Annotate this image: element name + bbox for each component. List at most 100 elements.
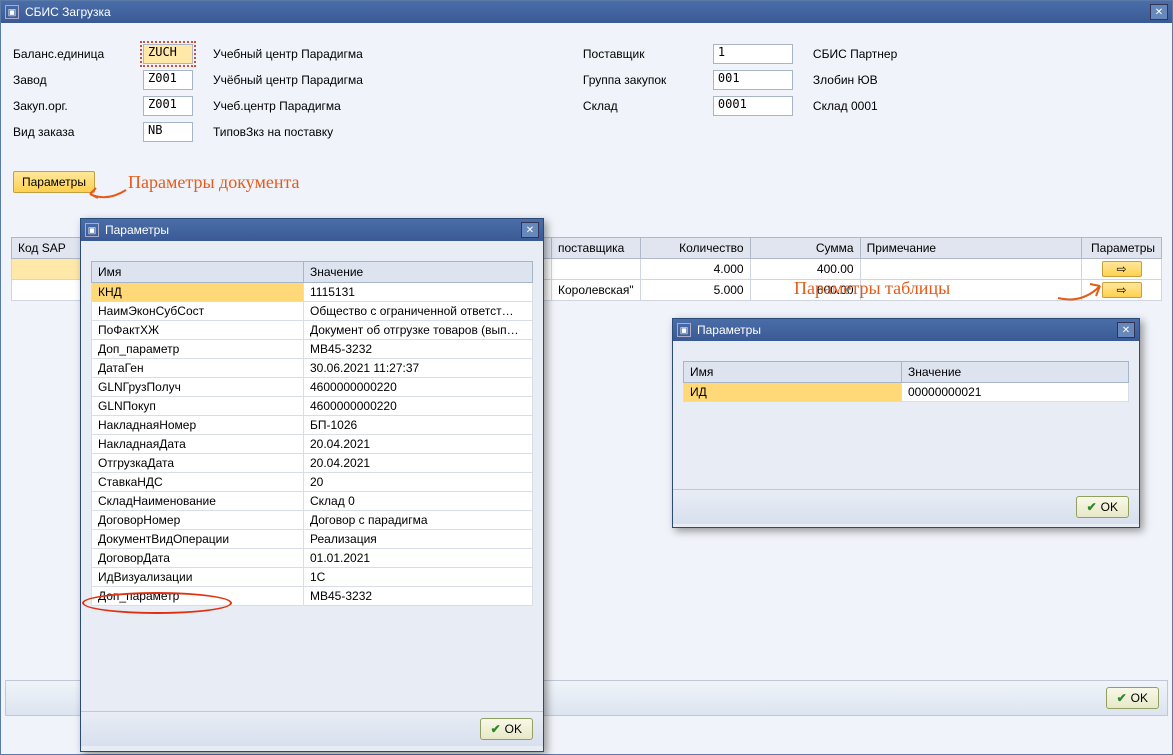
form-label: Баланс.единица — [13, 47, 143, 61]
dialog1-ok-button[interactable]: ✔OK — [480, 718, 533, 740]
param-row[interactable]: НакладнаяДата20.04.2021 — [92, 435, 533, 454]
param-value[interactable]: МВ45-3232 — [304, 340, 533, 359]
dialog2-ok-button[interactable]: ✔OK — [1076, 496, 1129, 518]
param-name[interactable]: СтавкаНДС — [92, 473, 304, 492]
param-row[interactable]: Доп_параметрМВ45-3232 — [92, 587, 533, 606]
cell-supplier[interactable]: Королевская" — [552, 280, 641, 301]
param-row[interactable]: СтавкаНДС20 — [92, 473, 533, 492]
main-title: СБИС Загрузка — [25, 5, 1150, 19]
dialog2-col-name[interactable]: Имя — [684, 362, 902, 383]
param-row[interactable]: GLNГрузПолуч4600000000220 — [92, 378, 533, 397]
param-value[interactable]: МВ45-3232 — [304, 587, 533, 606]
col-supplier[interactable]: поставщика — [552, 238, 641, 259]
param-value[interactable]: 1С — [304, 568, 533, 587]
param-value[interactable]: Склад 0 — [304, 492, 533, 511]
cell-note[interactable] — [860, 280, 1081, 301]
dialog2-titlebar[interactable]: ▣ Параметры ✕ — [673, 319, 1139, 341]
main-titlebar[interactable]: ▣ СБИС Загрузка ✕ — [1, 1, 1172, 23]
close-icon[interactable]: ✕ — [521, 222, 539, 238]
param-row[interactable]: ДокументВидОперацииРеализация — [92, 530, 533, 549]
cell-qty[interactable]: 5.000 — [640, 280, 750, 301]
param-value[interactable]: Общество с ограниченной ответст… — [304, 302, 533, 321]
param-value[interactable]: 4600000000220 — [304, 397, 533, 416]
col-note[interactable]: Примечание — [860, 238, 1081, 259]
col-qty[interactable]: Количество — [640, 238, 750, 259]
param-name[interactable]: ДокументВидОперации — [92, 530, 304, 549]
param-row[interactable]: НаимЭконСубСостОбщество с ограниченной о… — [92, 302, 533, 321]
form-input[interactable]: Z001 — [143, 70, 193, 90]
param-row[interactable]: GLNПокуп4600000000220 — [92, 397, 533, 416]
param-row[interactable]: ДатаГен30.06.2021 11:27:37 — [92, 359, 533, 378]
param-row[interactable]: ОтгрузкаДата20.04.2021 — [92, 454, 533, 473]
param-value[interactable]: Реализация — [304, 530, 533, 549]
param-name[interactable]: Доп_параметр — [92, 587, 304, 606]
form-row: Вид заказаNBТиповЗкз на поставку — [13, 121, 363, 143]
param-value[interactable]: Документ об отгрузке товаров (вып… — [304, 321, 533, 340]
cell-note[interactable] — [860, 259, 1081, 280]
form-input[interactable]: NB — [143, 122, 193, 142]
close-icon[interactable]: ✕ — [1150, 4, 1168, 20]
param-row[interactable]: ИдВизуализации1С — [92, 568, 533, 587]
param-value[interactable]: 4600000000220 — [304, 378, 533, 397]
params-button[interactable]: Параметры — [13, 171, 95, 193]
col-params[interactable]: Параметры — [1082, 238, 1162, 259]
param-name[interactable]: GLNГрузПолуч — [92, 378, 304, 397]
param-name[interactable]: ДатаГен — [92, 359, 304, 378]
param-name[interactable]: ИД — [684, 383, 902, 402]
cell-code[interactable] — [12, 259, 82, 280]
param-name[interactable]: GLNПокуп — [92, 397, 304, 416]
param-value[interactable]: 20.04.2021 — [304, 454, 533, 473]
param-value[interactable]: 1115131 — [304, 283, 533, 302]
form-description: Злобин ЮВ — [813, 73, 878, 87]
param-value[interactable]: 20.04.2021 — [304, 435, 533, 454]
dialog2-table: Имя Значение ИД00000000021 — [683, 361, 1129, 402]
param-row[interactable]: ИД00000000021 — [684, 383, 1129, 402]
param-value[interactable]: 01.01.2021 — [304, 549, 533, 568]
param-name[interactable]: ИдВизуализации — [92, 568, 304, 587]
cell-supplier[interactable] — [552, 259, 641, 280]
main-ok-button[interactable]: ✔OK — [1106, 687, 1159, 709]
param-row[interactable]: ДоговорНомерДоговор с парадигма — [92, 511, 533, 530]
param-row[interactable]: Доп_параметрМВ45-3232 — [92, 340, 533, 359]
param-name[interactable]: КНД — [92, 283, 304, 302]
param-name[interactable]: НакладнаяДата — [92, 435, 304, 454]
dialog1-table: Имя Значение КНД1115131НаимЭконСубСостОб… — [91, 261, 533, 606]
param-name[interactable]: ДоговорНомер — [92, 511, 304, 530]
param-name[interactable]: НакладнаяНомер — [92, 416, 304, 435]
row-params-button[interactable]: ⇨ — [1102, 261, 1142, 277]
param-value[interactable]: Договор с парадигма — [304, 511, 533, 530]
col-sum[interactable]: Сумма — [750, 238, 860, 259]
param-row[interactable]: КНД1115131 — [92, 283, 533, 302]
dialog2-col-value[interactable]: Значение — [902, 362, 1129, 383]
param-name[interactable]: Доп_параметр — [92, 340, 304, 359]
param-name[interactable]: ДоговорДата — [92, 549, 304, 568]
form-input[interactable]: 0001 — [713, 96, 793, 116]
param-value[interactable]: 30.06.2021 11:27:37 — [304, 359, 533, 378]
cell-qty[interactable]: 4.000 — [640, 259, 750, 280]
window-icon: ▣ — [677, 323, 691, 337]
param-name[interactable]: НаимЭконСубСост — [92, 302, 304, 321]
form-input[interactable]: Z001 — [143, 96, 193, 116]
cell-sum[interactable]: 600.00 — [750, 280, 860, 301]
row-params-button[interactable]: ⇨ — [1102, 282, 1142, 298]
dialog1-col-value[interactable]: Значение — [304, 262, 533, 283]
dialog1-col-name[interactable]: Имя — [92, 262, 304, 283]
close-icon[interactable]: ✕ — [1117, 322, 1135, 338]
dialog1-titlebar[interactable]: ▣ Параметры ✕ — [81, 219, 543, 241]
param-row[interactable]: ДоговорДата01.01.2021 — [92, 549, 533, 568]
cell-code[interactable] — [12, 280, 82, 301]
form-input[interactable]: 1 — [713, 44, 793, 64]
param-row[interactable]: ПоФактХЖДокумент об отгрузке товаров (вы… — [92, 321, 533, 340]
param-name[interactable]: СкладНаименование — [92, 492, 304, 511]
param-value[interactable]: 00000000021 — [902, 383, 1129, 402]
col-code[interactable]: Код SAP — [12, 238, 82, 259]
param-name[interactable]: ПоФактХЖ — [92, 321, 304, 340]
param-row[interactable]: СкладНаименованиеСклад 0 — [92, 492, 533, 511]
param-name[interactable]: ОтгрузкаДата — [92, 454, 304, 473]
param-row[interactable]: НакладнаяНомерБП-1026 — [92, 416, 533, 435]
form-input[interactable]: ZUCH — [143, 44, 193, 64]
param-value[interactable]: БП-1026 — [304, 416, 533, 435]
cell-sum[interactable]: 400.00 — [750, 259, 860, 280]
param-value[interactable]: 20 — [304, 473, 533, 492]
form-input[interactable]: 001 — [713, 70, 793, 90]
